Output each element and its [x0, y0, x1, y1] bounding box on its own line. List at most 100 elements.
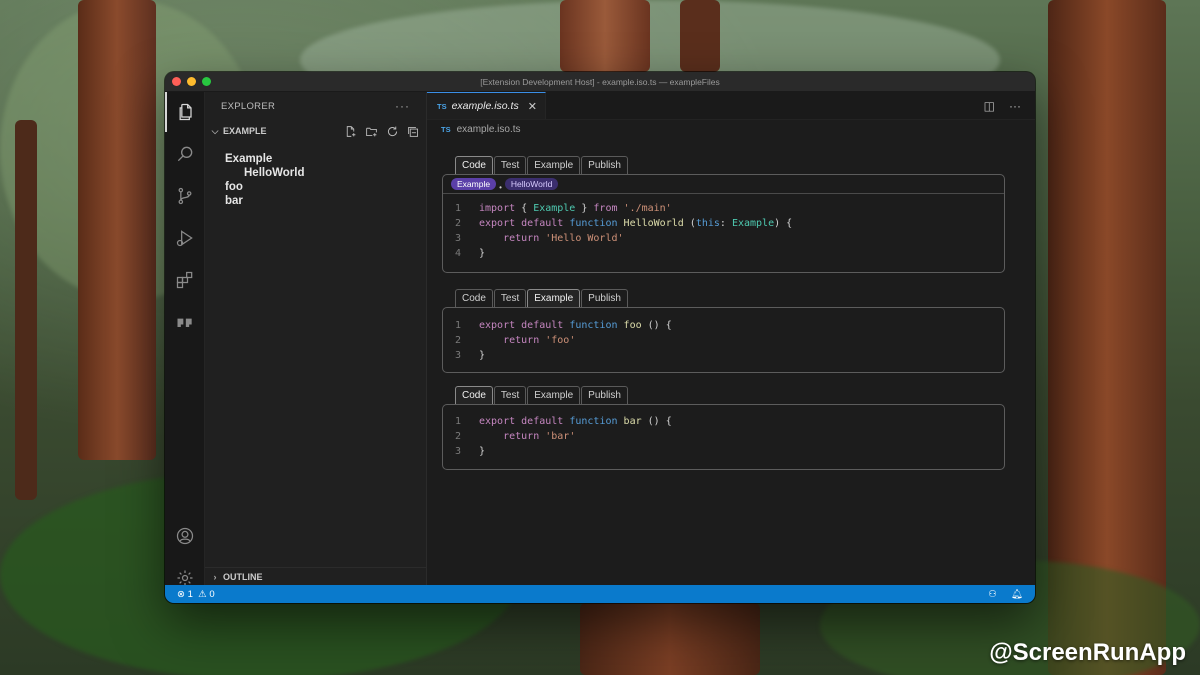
- watermark: @ScreenRunApp: [989, 639, 1186, 666]
- run-debug-icon[interactable]: [165, 218, 205, 258]
- explorer-title: EXPLORER: [221, 100, 276, 112]
- block-tab-publish[interactable]: Publish: [581, 156, 628, 174]
- error-icon: ⊗: [177, 588, 185, 600]
- live-share-icon[interactable]: ⚇: [988, 589, 997, 600]
- new-folder-icon[interactable]: [365, 125, 378, 138]
- breadcrumb: TS example.iso.ts: [427, 120, 1035, 138]
- block-tabs: Code Test Example Publish: [455, 289, 1005, 307]
- status-right: ⚇ 🔔︎: [988, 589, 1035, 600]
- block-tab-test[interactable]: Test: [493, 156, 527, 174]
- chevron-right-icon: ›: [213, 571, 217, 582]
- explorer-icon[interactable]: [165, 92, 205, 132]
- pill-helloworld[interactable]: HelloWorld: [504, 178, 559, 190]
- code-line: 3}: [455, 350, 486, 361]
- editor-actions: ◫ ···: [984, 92, 1035, 119]
- iso-block-bar: Code Test Example Publish 1 export defaul…: [442, 386, 1005, 470]
- tree-item-bar[interactable]: bar: [205, 194, 426, 208]
- code-line: 2 return 'foo': [455, 335, 576, 346]
- pill-example[interactable]: Example: [451, 178, 497, 190]
- explorer-sidebar: EXPLORER ··· ⌵ EXAMPLE Example HelloWorl…: [205, 92, 427, 585]
- notifications-bell-icon[interactable]: 🔔︎: [1011, 589, 1023, 600]
- extensions-icon[interactable]: [165, 260, 205, 300]
- title-bar: [Extension Development Host] - example.i…: [165, 72, 1035, 92]
- code-line: 3 return 'Hello World': [455, 233, 624, 244]
- tree-item-example[interactable]: Example: [205, 152, 426, 166]
- typescript-file-icon: TS: [441, 124, 451, 134]
- tree-item-foo[interactable]: foo: [205, 180, 426, 194]
- code-line: 1 export default function foo () {: [455, 320, 672, 331]
- block-tab-publish[interactable]: Publish: [581, 289, 628, 307]
- code-line-text: return 'foo': [503, 335, 576, 346]
- block-tab-test[interactable]: Test: [493, 289, 527, 307]
- new-file-icon[interactable]: [344, 125, 357, 138]
- iso-block-helloworld: Code Test Example Publish Example • Hell…: [442, 156, 1005, 273]
- code-line-text: return 'bar': [503, 431, 576, 442]
- code-line-text: return 'Hello World': [503, 233, 624, 244]
- block-tab-code[interactable]: Code: [455, 156, 493, 174]
- tree-trunk: [78, 0, 156, 460]
- code-line: 1 import { Example } from './main': [455, 203, 672, 214]
- pill-separator-icon: •: [499, 182, 502, 192]
- block-tabs: Code Test Example Publish: [455, 386, 1005, 404]
- breadcrumb-file[interactable]: example.iso.ts: [457, 124, 521, 135]
- block-tab-code[interactable]: Code: [455, 386, 493, 404]
- code-line-text: export default function bar () {: [479, 416, 672, 427]
- code-view[interactable]: 1 export default function bar () { 2 retu…: [443, 405, 1004, 459]
- block-tab-code[interactable]: Code: [455, 289, 493, 307]
- code-line: 2 return 'bar': [455, 431, 576, 442]
- editor-tab-example-iso-ts[interactable]: TS example.iso.ts ✕: [427, 92, 546, 119]
- iso-block-foo: Code Test Example Publish 1 export defaul…: [442, 289, 1005, 373]
- search-icon[interactable]: [165, 134, 205, 174]
- tree-trunk: [680, 0, 720, 72]
- error-count: 1: [187, 588, 193, 600]
- code-line: 1 export default function bar () {: [455, 416, 672, 427]
- block-tab-example[interactable]: Example: [527, 156, 581, 174]
- problems-indicator[interactable]: ⊗ 1 ⚠ 0: [177, 589, 215, 600]
- code-line-text: import { Example } from './main': [479, 203, 672, 214]
- maximize-window-button[interactable]: [202, 77, 211, 86]
- block-tab-example[interactable]: Example: [527, 289, 581, 307]
- vscode-window: [Extension Development Host] - example.i…: [165, 72, 1035, 603]
- minimize-window-button[interactable]: [187, 77, 196, 86]
- explorer-header: EXPLORER ···: [205, 92, 426, 120]
- warning-count: 0: [209, 588, 215, 600]
- tree-item-helloworld[interactable]: HelloWorld: [205, 166, 426, 180]
- code-card: Example • HelloWorld 1 import { Example }…: [442, 174, 1005, 273]
- code-line-text: export default function HelloWorld (this…: [479, 218, 793, 229]
- block-tab-test[interactable]: Test: [493, 386, 527, 404]
- window-title: [Extension Development Host] - example.i…: [480, 76, 720, 87]
- code-view[interactable]: 1 import { Example } from './main' 2 expor…: [443, 194, 1004, 261]
- close-tab-icon[interactable]: ✕: [528, 100, 537, 113]
- workspace-name: EXAMPLE: [223, 126, 267, 136]
- outline-section-header[interactable]: › OUTLINE: [205, 567, 426, 585]
- activity-bar: [165, 92, 205, 586]
- more-editor-actions-icon[interactable]: ···: [1009, 99, 1021, 113]
- refresh-icon[interactable]: [386, 125, 399, 138]
- editor-area: TS example.iso.ts ✕ ◫ ··· TS example.iso…: [427, 92, 1035, 585]
- collapse-all-icon[interactable]: [407, 125, 420, 138]
- code-card: 1 export default function foo () { 2 retu…: [442, 307, 1005, 373]
- source-control-icon[interactable]: [165, 176, 205, 216]
- code-line-text: }: [479, 446, 486, 457]
- outline-title: OUTLINE: [223, 571, 263, 582]
- window-controls: [172, 77, 211, 86]
- typescript-file-icon: TS: [437, 101, 447, 111]
- tab-title: example.iso.ts: [451, 100, 519, 112]
- close-window-button[interactable]: [172, 77, 181, 86]
- split-editor-icon[interactable]: ◫: [984, 99, 995, 113]
- code-line-text: }: [479, 248, 486, 259]
- editor-tab-bar: TS example.iso.ts ✕ ◫ ···: [427, 92, 1035, 120]
- block-tabs: Code Test Example Publish: [455, 156, 1005, 174]
- block-tab-example[interactable]: Example: [527, 386, 581, 404]
- account-icon[interactable]: [165, 516, 205, 556]
- file-tree: Example HelloWorld foo bar: [205, 142, 426, 208]
- explorer-actions: [344, 125, 426, 138]
- more-actions-icon[interactable]: ···: [395, 99, 410, 113]
- code-view[interactable]: 1 export default function foo () { 2 retu…: [443, 308, 1004, 363]
- warning-icon: ⚠: [195, 588, 207, 600]
- code-line: 2 export default function HelloWorld (thi…: [455, 218, 793, 229]
- quote-extension-icon[interactable]: [165, 302, 205, 342]
- tree-trunk: [15, 120, 37, 500]
- block-tab-publish[interactable]: Publish: [581, 386, 628, 404]
- workspace-section-header[interactable]: ⌵ EXAMPLE: [205, 120, 426, 142]
